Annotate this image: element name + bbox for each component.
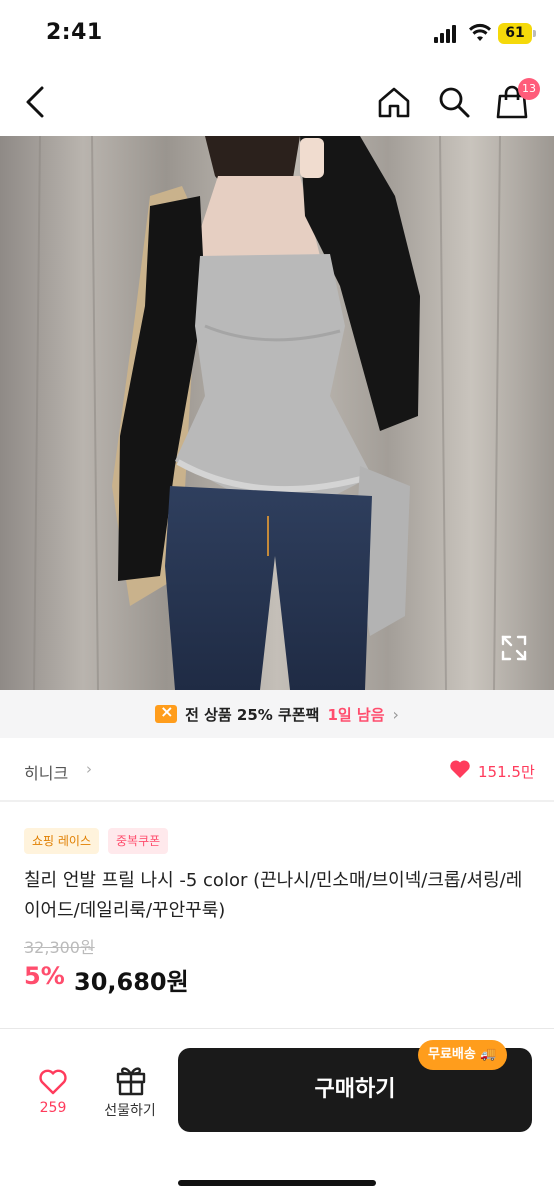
section-divider bbox=[0, 800, 554, 802]
expand-icon[interactable] bbox=[500, 634, 528, 662]
heart-icon[interactable] bbox=[448, 757, 472, 781]
chevron-right-icon: › bbox=[392, 704, 399, 724]
sale-price: 30,680원 bbox=[74, 968, 189, 996]
cart-count-badge: 13 bbox=[518, 78, 540, 100]
store-row: 히니크 › 151.5만 bbox=[0, 746, 554, 796]
product-image[interactable] bbox=[0, 136, 554, 690]
search-icon[interactable] bbox=[436, 84, 472, 120]
gift-button-label[interactable]: 선물하기 bbox=[94, 1100, 166, 1120]
top-navigation bbox=[0, 70, 554, 136]
free-shipping-badge: 무료배송 🚚 bbox=[418, 1040, 507, 1070]
battery-tip bbox=[533, 30, 536, 37]
product-photo-illustration bbox=[0, 136, 554, 690]
coupon-banner[interactable]: 전 상품 25% 쿠폰팩 1일 남음 › bbox=[0, 690, 554, 738]
status-bar: 2:41 61 bbox=[0, 0, 554, 70]
tag-duplicate-coupon: 중복쿠폰 bbox=[108, 828, 169, 854]
original-price: 32,300원 bbox=[24, 938, 95, 957]
coupon-remaining-time: 1일 남음 bbox=[327, 705, 385, 724]
chevron-right-icon[interactable]: › bbox=[86, 760, 92, 778]
free-shipping-label: 무료배송 bbox=[428, 1047, 476, 1062]
wifi-icon bbox=[469, 23, 491, 41]
tag-shopping-race: 쇼핑 레이스 bbox=[24, 828, 100, 854]
wishlist-count: 259 bbox=[39, 1100, 67, 1116]
bottom-bar-divider bbox=[0, 1028, 554, 1029]
delivery-truck-icon: 🚚 bbox=[480, 1047, 497, 1062]
gift-icon[interactable] bbox=[96, 1062, 166, 1096]
home-icon[interactable] bbox=[376, 84, 412, 120]
coupon-banner-text: 전 상품 25% 쿠폰팩 bbox=[185, 705, 320, 724]
battery-indicator: 61 bbox=[498, 23, 532, 44]
coupon-icon bbox=[155, 702, 178, 723]
chevron-left-icon[interactable] bbox=[20, 84, 52, 120]
store-like-count: 151.5만 bbox=[478, 763, 535, 781]
status-time: 2:41 bbox=[46, 20, 103, 45]
cellular-signal-icon bbox=[434, 25, 460, 43]
store-name-link[interactable]: 히니크 bbox=[24, 760, 68, 784]
home-indicator bbox=[178, 1180, 376, 1186]
discount-rate: 5% bbox=[24, 962, 65, 990]
product-title: 칠리 언발 프릴 나시 -5 color (끈나시/민소매/브이넥/크롭/셔링/… bbox=[24, 870, 523, 921]
wishlist-heart-icon[interactable] bbox=[30, 1066, 76, 1096]
